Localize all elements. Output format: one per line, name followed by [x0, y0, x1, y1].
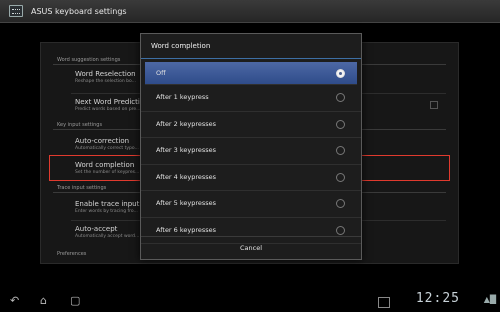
recent-apps-icon[interactable]: ▢ — [70, 294, 80, 307]
setting-summary: Automatically correct typo... — [75, 146, 139, 151]
word-completion-dialog: Word completion Off After 1 keypress Aft… — [140, 33, 362, 260]
option-after-2-keypresses[interactable]: After 2 keypresses — [141, 112, 361, 138]
notification-tray-icon[interactable] — [378, 297, 390, 308]
option-after-4-keypresses[interactable]: After 4 keypresses — [141, 165, 361, 191]
setting-summary: Predict words based on pre... — [75, 107, 141, 112]
setting-next-word-prediction[interactable]: Next Word Prediction Predict words based… — [75, 98, 149, 113]
title-bar: ASUS keyboard settings — [0, 0, 500, 23]
section-header-preferences: Preferences — [57, 251, 87, 257]
dialog-title: Word completion — [141, 34, 361, 59]
radio-icon[interactable] — [336, 199, 345, 209]
setting-summary: Automatically accept word... — [75, 234, 140, 239]
option-label: After 2 keypresses — [156, 119, 217, 128]
radio-icon[interactable] — [336, 146, 345, 156]
radio-icon[interactable] — [336, 119, 345, 129]
setting-title: Next Word Prediction — [75, 98, 149, 106]
app-title: ASUS keyboard settings — [31, 6, 127, 16]
radio-icon[interactable] — [336, 93, 345, 103]
setting-summary: Reshape the selection bo... — [75, 79, 136, 84]
setting-title: Enable trace input — [75, 200, 140, 208]
setting-title: Auto-accept — [75, 225, 118, 233]
radio-icon[interactable] — [336, 225, 345, 235]
setting-auto-accept[interactable]: Auto-accept Automatically accept word... — [75, 225, 139, 240]
setting-summary: Enter words by tracing fro... — [75, 209, 138, 214]
clock[interactable]: 12:25 — [416, 291, 460, 306]
option-after-3-keypresses[interactable]: After 3 keypresses — [141, 138, 361, 165]
setting-title: Auto-correction — [75, 137, 130, 145]
keyboard-app-icon — [9, 5, 23, 17]
radio-icon[interactable] — [336, 172, 345, 182]
home-icon[interactable]: ⌂ — [40, 294, 47, 307]
next-word-checkbox[interactable] — [430, 101, 438, 109]
system-nav-bar: ↶ ⌂ ▢ 12:25 ▲█ — [0, 290, 500, 312]
setting-auto-correction[interactable]: Auto-correction Automatically correct ty… — [75, 137, 139, 152]
section-header-trace-input: Trace input settings — [57, 185, 107, 191]
option-after-1-keypress[interactable]: After 1 keypress — [141, 85, 361, 112]
setting-word-reselection[interactable]: Word Reselection Reshape the selection b… — [75, 70, 136, 85]
section-header-key-input: Key input settings — [57, 122, 103, 128]
wifi-battery-icons[interactable]: ▲█ — [484, 295, 496, 304]
option-label: Off — [156, 69, 166, 77]
option-label: After 1 keypress — [156, 93, 209, 101]
setting-title: Word Reselection — [75, 70, 136, 78]
option-off[interactable]: Off — [145, 62, 357, 85]
radio-selected-icon[interactable] — [336, 68, 345, 78]
section-header-word-suggestion: Word suggestion settings — [57, 57, 121, 63]
setting-enable-trace-input[interactable]: Enable trace input Enter words by tracin… — [75, 200, 139, 215]
option-label: After 4 keypresses — [156, 172, 217, 181]
option-after-5-keypresses[interactable]: After 5 keypresses — [141, 191, 361, 218]
back-icon[interactable]: ↶ — [10, 294, 19, 307]
cancel-button[interactable]: Cancel — [141, 236, 361, 259]
option-label: After 6 keypresses — [156, 225, 217, 234]
option-label: After 5 keypresses — [156, 199, 217, 207]
option-label: After 3 keypresses — [156, 146, 217, 154]
